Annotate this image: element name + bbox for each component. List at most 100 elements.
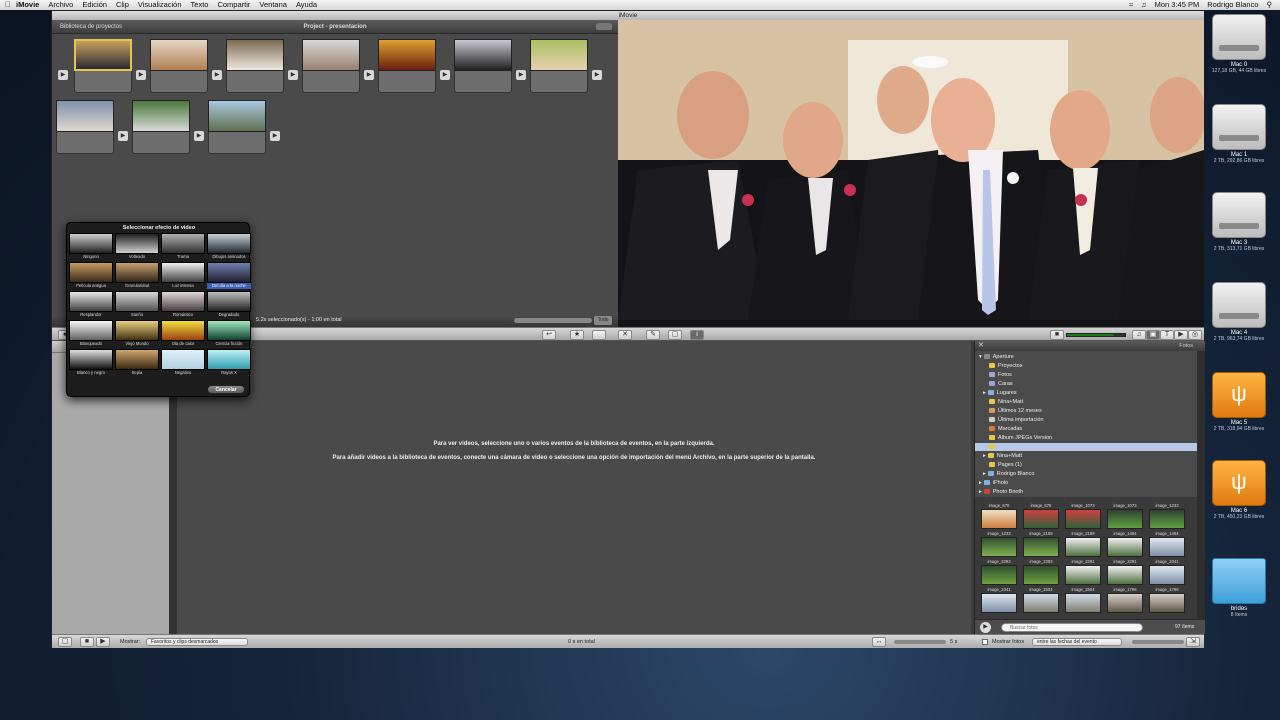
- effect-item[interactable]: Volteado: [115, 233, 159, 260]
- swap-button[interactable]: ↔: [872, 637, 886, 647]
- tree-item[interactable]: Marcadas: [989, 425, 1022, 433]
- photo-search-input[interactable]: [1001, 623, 1143, 632]
- volume-icon[interactable]: ♫: [1141, 0, 1147, 10]
- transition-icon[interactable]: ▶: [194, 131, 204, 141]
- unmark-button[interactable]: [592, 330, 606, 340]
- tree-item[interactable]: ▸ Rodrigo Blanco: [983, 470, 1034, 478]
- transition-icon[interactable]: ▶: [440, 70, 450, 80]
- project-clip[interactable]: [378, 39, 436, 95]
- photo-thumb[interactable]: image_2504: [1065, 587, 1101, 613]
- eyedropper-button[interactable]: ✎: [646, 330, 660, 340]
- close-icon[interactable]: ✕: [978, 342, 986, 350]
- tree-item[interactable]: Última importación: [989, 416, 1044, 424]
- photo-thumb[interactable]: image_2189: [1023, 531, 1059, 557]
- project-clip[interactable]: [74, 39, 132, 95]
- menu-texto[interactable]: Texto: [191, 0, 209, 10]
- resize-icon[interactable]: ⇲: [1186, 637, 1200, 647]
- tree-item-selected[interactable]: [975, 443, 1197, 451]
- effect-item[interactable]: Romántico: [161, 291, 205, 318]
- reject-button[interactable]: ✕: [618, 330, 632, 340]
- photo-thumb[interactable]: image_2291: [1065, 559, 1101, 585]
- fullscreen-play-button[interactable]: ■: [80, 637, 94, 647]
- effect-item[interactable]: Dibujos animados: [207, 233, 251, 260]
- add-selection-button[interactable]: ↩: [542, 330, 556, 340]
- transition-icon[interactable]: ▶: [592, 70, 602, 80]
- swap-pane-button[interactable]: [596, 23, 612, 30]
- menu-ventana[interactable]: Ventana: [259, 0, 287, 10]
- project-clip[interactable]: [132, 100, 190, 156]
- effect-item-selected[interactable]: Del día a la noche: [207, 262, 251, 289]
- desktop-drive-mac3[interactable]: Mac 3 2 TB, 313,71 GB libres: [1210, 192, 1268, 272]
- photo-thumb[interactable]: image_2189: [1065, 531, 1101, 557]
- event-list-toggle[interactable]: ▢: [58, 637, 72, 647]
- photo-thumb[interactable]: image_2291: [1107, 559, 1143, 585]
- menu-user[interactable]: Rodrigo Blanco: [1207, 0, 1258, 10]
- effect-item[interactable]: Negativo: [161, 349, 205, 376]
- effect-item[interactable]: Luz intensa: [161, 262, 205, 289]
- effect-item[interactable]: Blanqueado: [69, 320, 113, 347]
- effect-item[interactable]: Ciencia ficción: [207, 320, 251, 347]
- desktop-drive-mac5[interactable]: ψ Mac 5 2 TB, 318,94 GB libres: [1210, 372, 1268, 452]
- menu-edicion[interactable]: Edición: [82, 0, 107, 10]
- effect-item[interactable]: Rayos X: [207, 349, 251, 376]
- effect-item[interactable]: Granularidad: [115, 262, 159, 289]
- inspector-button[interactable]: i: [690, 330, 704, 340]
- project-clip[interactable]: [208, 100, 266, 156]
- tree-item[interactable]: Album JPEGs Version: [989, 434, 1052, 442]
- project-clip[interactable]: [454, 39, 512, 95]
- photo-thumb[interactable]: image_2393: [981, 559, 1017, 585]
- tree-item[interactable]: Pages (1): [989, 461, 1022, 469]
- photo-thumb[interactable]: image_2504: [1023, 587, 1059, 613]
- photo-thumb[interactable]: image_2341: [981, 587, 1017, 613]
- photos-scrollbar[interactable]: [1197, 351, 1205, 619]
- photo-thumb[interactable]: image_1073: [1065, 503, 1101, 529]
- music-browser-button[interactable]: ♫: [1132, 330, 1146, 340]
- tree-item[interactable]: ▸ iPhoto: [979, 479, 1008, 487]
- project-clip[interactable]: [56, 100, 114, 156]
- project-clip[interactable]: [530, 39, 588, 95]
- tree-item[interactable]: Nina+Matt: [989, 398, 1023, 406]
- effect-item[interactable]: Trama: [161, 233, 205, 260]
- cancel-button[interactable]: Cancelar: [207, 385, 245, 394]
- all-button[interactable]: Todo: [594, 316, 612, 325]
- favorite-button[interactable]: ★: [570, 330, 584, 340]
- tree-item[interactable]: Últimos 12 meses: [989, 407, 1042, 415]
- effect-item[interactable]: Blanco y negro: [69, 349, 113, 376]
- photo-thumb[interactable]: image_2393: [1023, 559, 1059, 585]
- tree-item[interactable]: ▸ Photo Booth: [979, 488, 1023, 496]
- photo-thumb[interactable]: image_1233: [981, 531, 1017, 557]
- tree-item[interactable]: ▸ Lugares: [983, 389, 1017, 397]
- menu-clock[interactable]: Mon 3:45 PM: [1155, 0, 1200, 10]
- menu-archivo[interactable]: Archivo: [48, 0, 73, 10]
- effect-item[interactable]: Sepia: [115, 349, 159, 376]
- photo-thumb[interactable]: image_670: [981, 503, 1017, 529]
- spotlight-icon[interactable]: ⚲: [1267, 0, 1273, 10]
- apple-menu-icon[interactable]: : [0, 0, 16, 10]
- menu-ayuda[interactable]: Ayuda: [296, 0, 317, 10]
- effect-item[interactable]: Resplandor: [69, 291, 113, 318]
- transition-icon[interactable]: ▶: [212, 70, 222, 80]
- photo-browser-button[interactable]: ▣: [1146, 330, 1160, 340]
- desktop-drive-mac6[interactable]: ψ Mac 6 2 TB, 450,23 GB libres: [1210, 460, 1268, 540]
- desktop-folder-brides[interactable]: brides 8 ítems: [1210, 558, 1268, 638]
- show-filter-select[interactable]: Favoritos y clips desmarcados: [146, 638, 248, 646]
- date-filter-select[interactable]: entre las fechas del evento: [1032, 638, 1122, 646]
- tree-item[interactable]: Fotos: [989, 371, 1012, 379]
- transition-icon[interactable]: ▶: [364, 70, 374, 80]
- tree-item[interactable]: Proyectos: [989, 362, 1022, 370]
- desktop-drive-mac1[interactable]: Mac 1 2 TB, 292,86 GB libres: [1210, 104, 1268, 184]
- title-browser-button[interactable]: T: [1160, 330, 1174, 340]
- effect-item[interactable]: Ninguno: [69, 233, 113, 260]
- tree-item[interactable]: ▾ Aperture: [979, 353, 1014, 361]
- photo-thumb[interactable]: image_1796: [1149, 587, 1185, 613]
- transition-icon[interactable]: ▶: [270, 131, 280, 141]
- crop-button[interactable]: ▢: [668, 330, 682, 340]
- zoom-slider[interactable]: [514, 318, 592, 323]
- thumb-size-slider[interactable]: [894, 640, 946, 644]
- effect-item[interactable]: Película antigua: [69, 262, 113, 289]
- transition-browser-button[interactable]: ▶: [1174, 330, 1188, 340]
- tree-item[interactable]: ▸ Nina+Matt: [983, 452, 1022, 460]
- transition-icon[interactable]: ▶: [118, 131, 128, 141]
- photo-size-slider[interactable]: [1132, 640, 1184, 644]
- effect-item[interactable]: Sueño: [115, 291, 159, 318]
